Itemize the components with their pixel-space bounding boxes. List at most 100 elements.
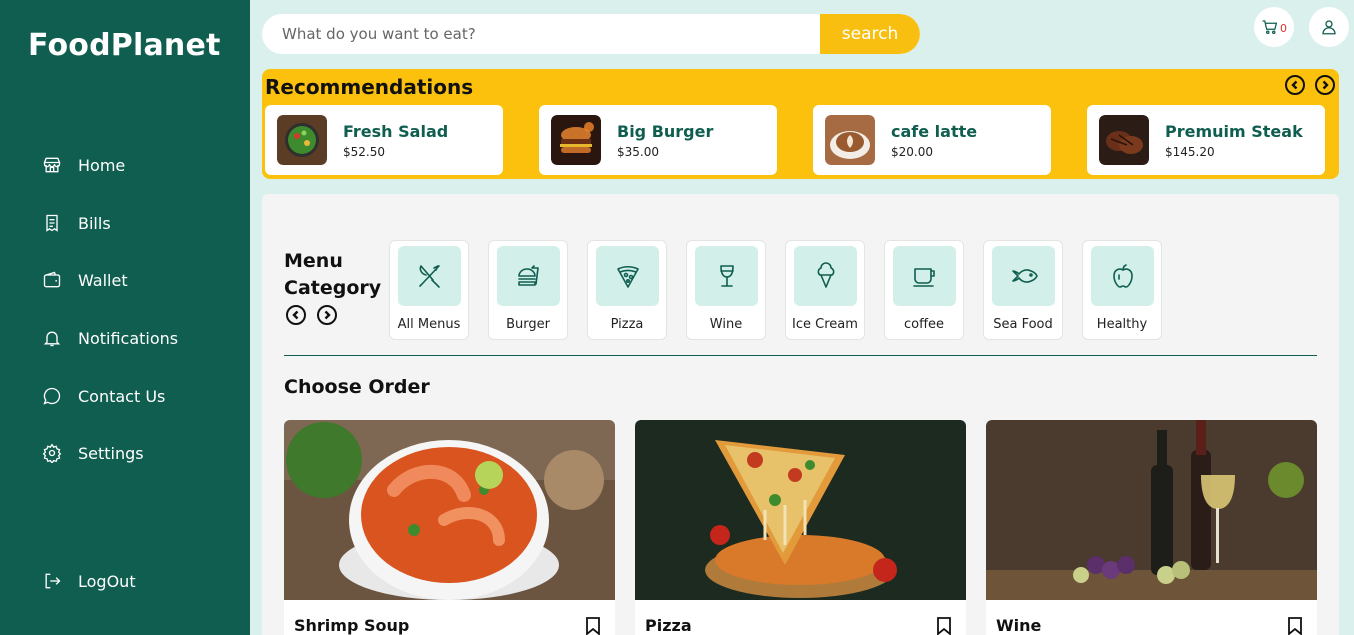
food-card-shrimp-soup[interactable]: Shrimp Soup (284, 420, 615, 635)
wine-glass-icon (719, 265, 734, 287)
category-nav (286, 305, 337, 325)
sidebar-item-bills[interactable]: Bills (42, 213, 111, 233)
chevron-right-icon (324, 310, 331, 320)
sidebar-item-label: Notifications (78, 328, 179, 348)
category-label: Wine (709, 317, 743, 332)
cart-count-badge: 0 (1280, 21, 1287, 35)
pizza-image (635, 420, 966, 600)
sidebar-item-label: Wallet (78, 270, 128, 290)
reco-item-price: $20.00 (891, 144, 933, 159)
bookmark-icon (586, 617, 600, 635)
apple-icon (1112, 264, 1133, 288)
reco-card-big-burger[interactable]: Big Burger $35.00 (539, 105, 777, 175)
reco-item-name: Fresh Salad (343, 121, 449, 141)
food-card-pizza[interactable]: Pizza (635, 420, 966, 635)
reco-card-premium-steak[interactable]: Premuim Steak $145.20 (1087, 105, 1325, 175)
category-label: Sea Food (993, 317, 1053, 332)
category-all-menus[interactable]: All Menus (389, 240, 469, 340)
sidebar-item-home[interactable]: Home (42, 155, 125, 175)
category-burger[interactable]: Burger (488, 240, 568, 340)
sidebar-item-label: Contact Us (78, 386, 166, 406)
user-icon (1322, 20, 1336, 35)
food-card-name: Pizza (645, 616, 692, 635)
category-label: Pizza (610, 317, 644, 332)
pizza-icon (616, 265, 639, 288)
bookmark-icon (937, 617, 951, 635)
choose-order-title: Choose Order (284, 376, 430, 398)
bookmark-button[interactable] (585, 616, 601, 635)
recommendations-title: Recommendations (265, 75, 474, 99)
app-logo[interactable]: FoodPlanet (28, 28, 221, 63)
bell-icon (43, 331, 61, 347)
sidebar-item-label: Home (78, 155, 126, 175)
logout-icon (45, 573, 61, 589)
category-ice-cream[interactable]: Ice Cream (785, 240, 865, 340)
sidebar-item-wallet[interactable]: Wallet (42, 270, 128, 290)
search-button[interactable]: search (820, 14, 920, 54)
category-label: Burger (506, 317, 550, 332)
premium-steak-image (1099, 115, 1149, 165)
chevron-left-icon (1291, 80, 1298, 90)
reco-item-name: cafe latte (891, 121, 978, 141)
sidebar-item-label: Bills (78, 213, 111, 233)
store-icon (43, 157, 61, 173)
recommendations-panel: Recommendations Fresh Salad $52.50 Big B… (262, 69, 1339, 179)
category-label: coffee (903, 317, 945, 332)
food-card-wine[interactable]: Wine (986, 420, 1317, 635)
cafe-latte-image (825, 115, 875, 165)
sidebar-item-notifications[interactable]: Notifications (42, 328, 178, 348)
category-label: All Menus (397, 317, 461, 332)
food-card-name: Shrimp Soup (294, 616, 410, 635)
wine-image (986, 420, 1317, 600)
category-healthy[interactable]: Healthy (1082, 240, 1162, 340)
category-coffee[interactable]: coffee (884, 240, 964, 340)
category-pizza[interactable]: Pizza (587, 240, 667, 340)
logout-label: LogOut (78, 571, 136, 591)
fork-knife-icon (418, 265, 440, 288)
fish-icon (1011, 269, 1038, 283)
coffee-cup-icon (912, 268, 935, 287)
reco-item-price: $52.50 (343, 144, 385, 159)
chevron-right-icon (1322, 80, 1329, 90)
chevron-left-icon (292, 310, 299, 320)
big-burger-image (551, 115, 601, 165)
reco-item-name: Premuim Steak (1165, 121, 1303, 141)
reco-prev-button[interactable] (1285, 75, 1305, 95)
category-next-button[interactable] (317, 305, 337, 325)
bookmark-button[interactable] (1287, 616, 1303, 635)
reco-item-price: $145.20 (1165, 144, 1215, 159)
category-wine[interactable]: Wine (686, 240, 766, 340)
reco-item-name: Big Burger (617, 121, 714, 141)
fresh-salad-image (277, 115, 327, 165)
category-label: Healthy (1096, 317, 1148, 332)
main-panel: Menu Category All Menus Burger Pizza Win… (262, 194, 1339, 635)
user-profile-button[interactable] (1309, 7, 1349, 47)
cart-icon (1262, 20, 1278, 35)
reco-card-cafe-latte[interactable]: cafe latte $20.00 (813, 105, 1051, 175)
reco-card-fresh-salad[interactable]: Fresh Salad $52.50 (265, 105, 503, 175)
burger-icon (517, 265, 539, 286)
search-input[interactable] (262, 14, 820, 54)
section-divider (284, 355, 1317, 356)
chat-icon (43, 387, 61, 405)
bookmark-icon (1288, 617, 1302, 635)
reco-item-price: $35.00 (617, 144, 659, 159)
shrimp-soup-image (284, 420, 615, 600)
category-label: Ice Cream (792, 317, 858, 332)
sidebar-item-contact-us[interactable]: Contact Us (42, 386, 165, 406)
bookmark-button[interactable] (936, 616, 952, 635)
food-card-name: Wine (996, 616, 1042, 635)
gear-icon (42, 443, 62, 463)
sidebar-item-label: Settings (78, 443, 144, 463)
receipt-icon (46, 214, 58, 232)
sidebar: FoodPlanet Home Bills Wallet Notificatio… (0, 0, 250, 635)
wallet-icon (43, 271, 61, 288)
search-bar: search (262, 14, 920, 54)
reco-next-button[interactable] (1315, 75, 1335, 95)
cart-button[interactable]: 0 (1254, 7, 1294, 47)
logout-button[interactable]: LogOut (42, 571, 136, 591)
menu-category-title: Menu Category (284, 250, 382, 299)
sidebar-item-settings[interactable]: Settings (42, 443, 144, 463)
category-prev-button[interactable] (286, 305, 306, 325)
category-sea-food[interactable]: Sea Food (983, 240, 1063, 340)
